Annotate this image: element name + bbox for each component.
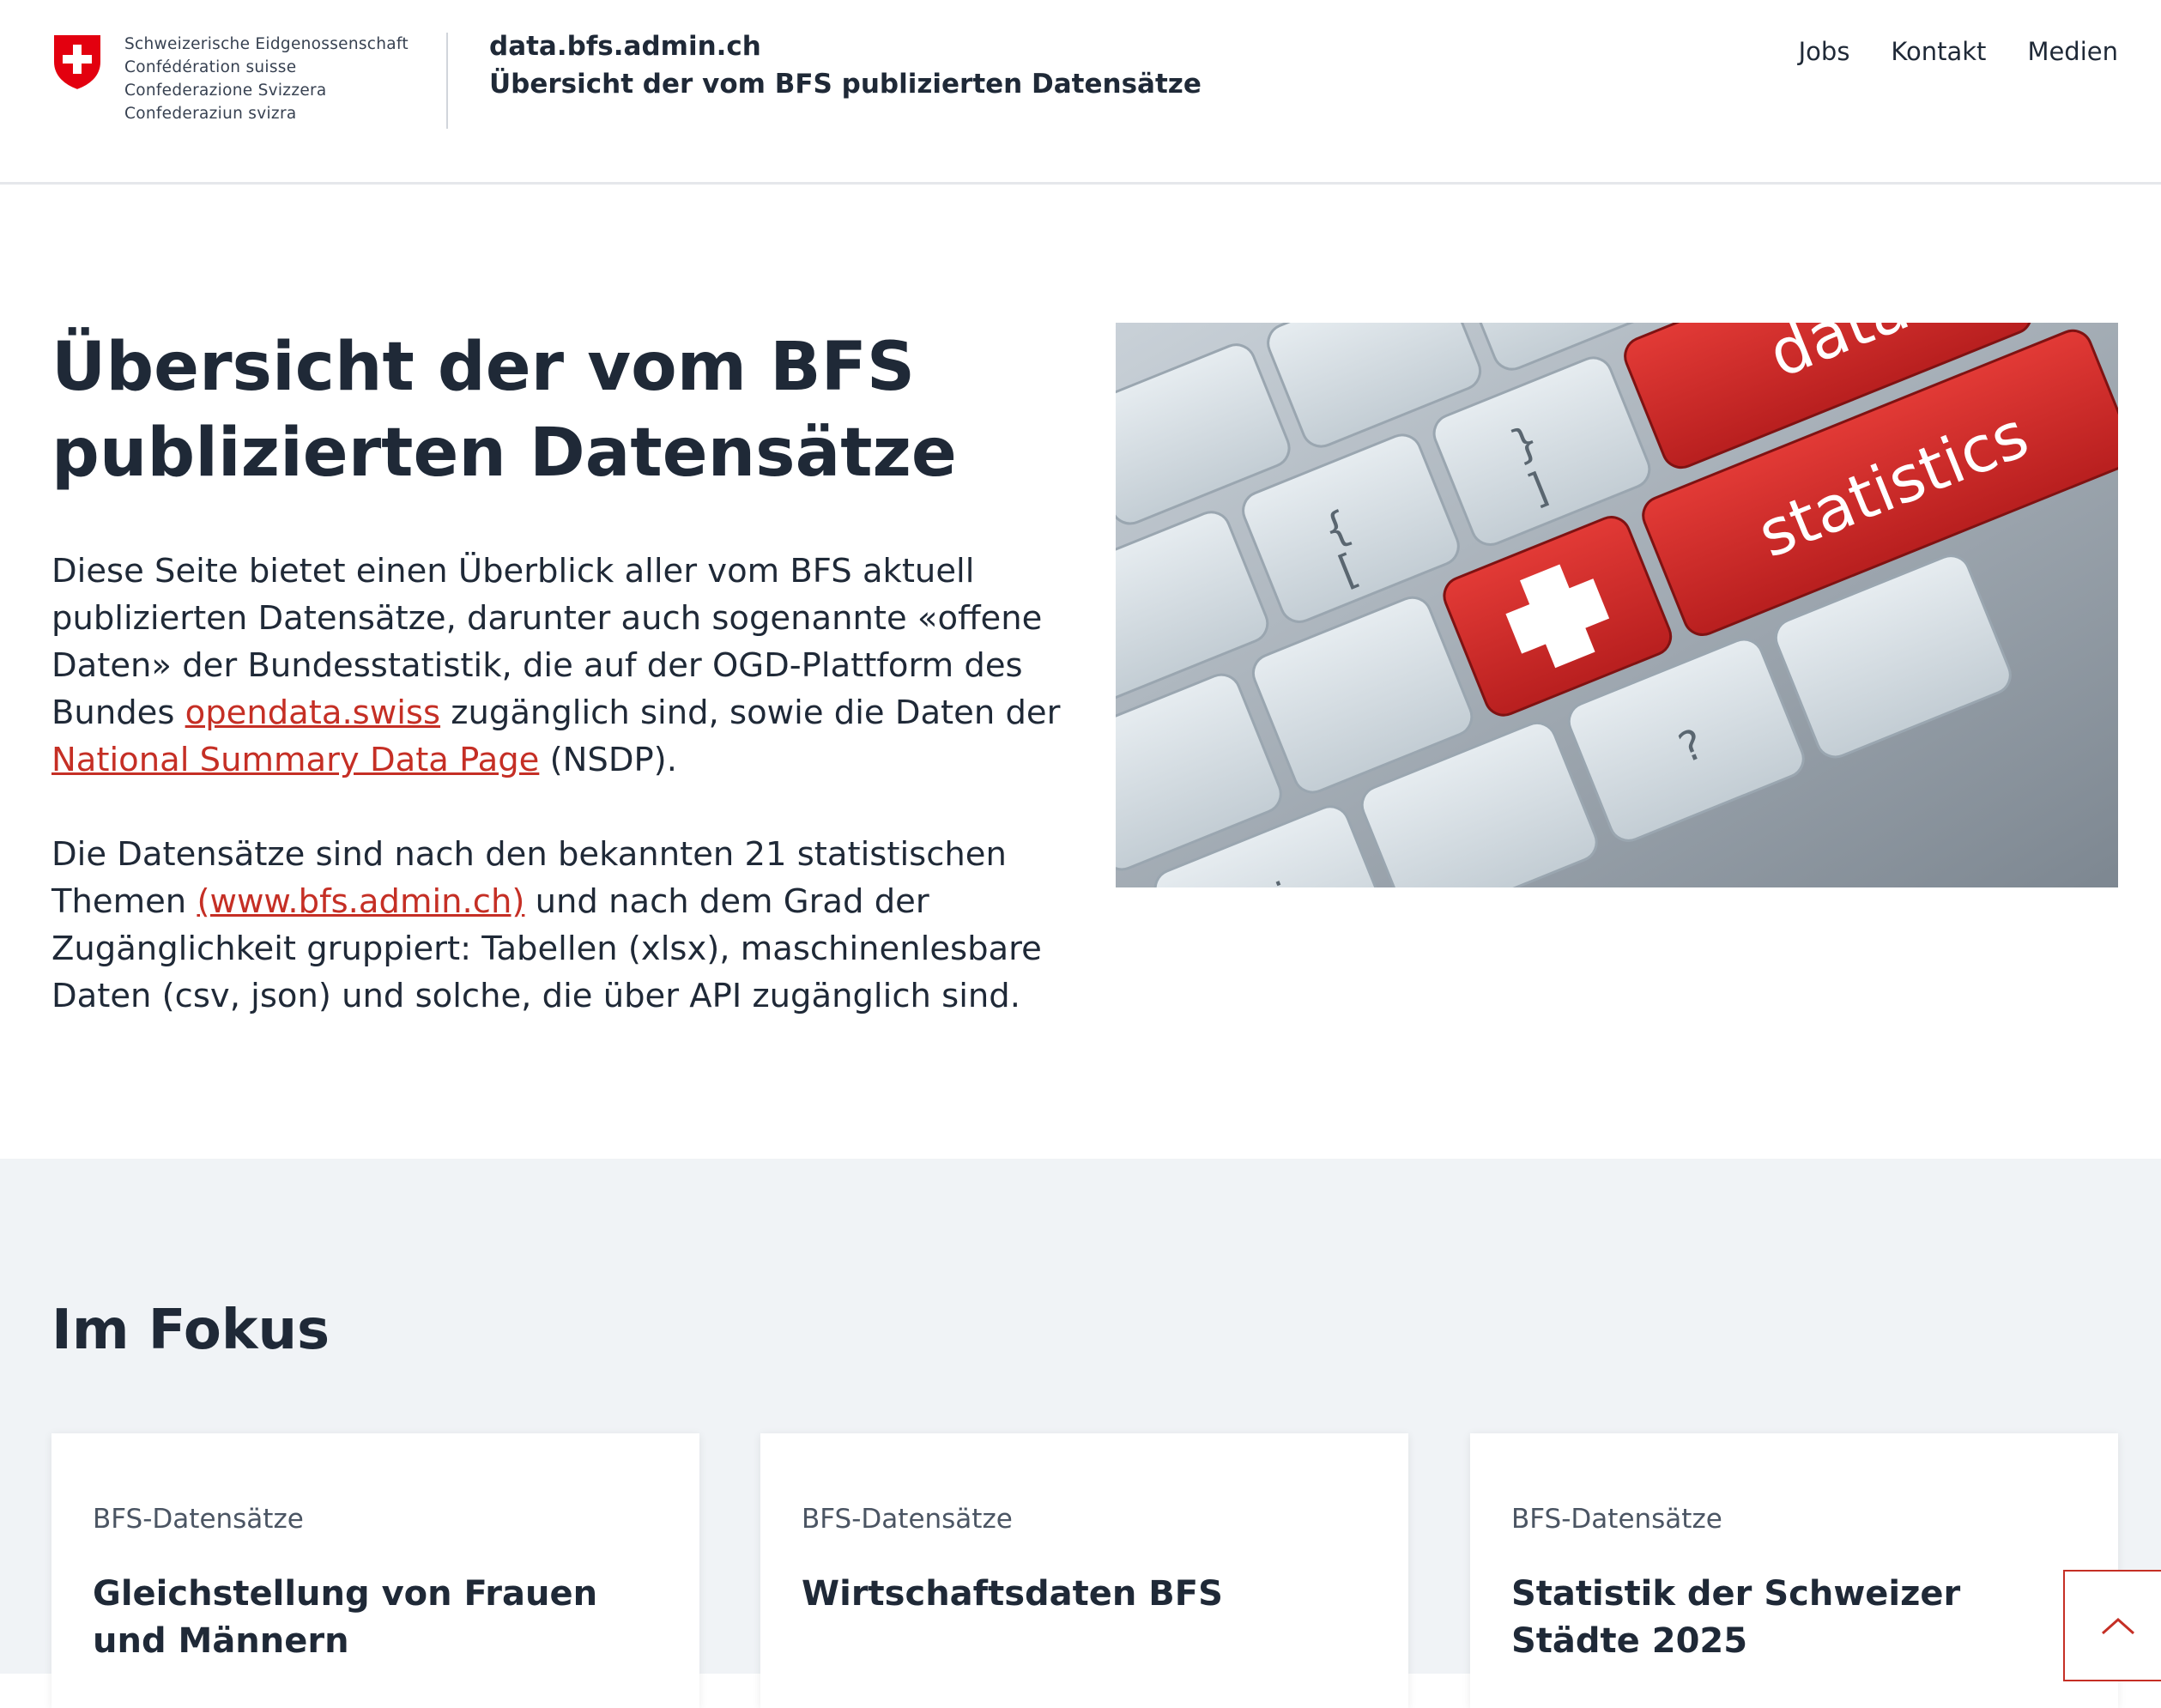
intro-text-1c: (NSDP). (539, 741, 677, 779)
bfs-admin-link[interactable]: (www.bfs.admin.ch) (197, 882, 524, 921)
card-kicker: BFS-Datensätze (1511, 1504, 1722, 1535)
hero-keyboard-image: { [ } ] data statistics ? (1116, 323, 2118, 887)
card-title: Wirtschaftsdaten BFS (802, 1574, 1223, 1614)
focus-card[interactable]: BFS-Datensätze Statistik der Schweizer S… (1470, 1433, 2118, 1708)
site-subtitle: Übersicht der vom BFS publizierten Daten… (489, 69, 1202, 100)
focus-card[interactable]: BFS-Datensätze Wirtschaftsdaten BFS (760, 1433, 1408, 1708)
confederation-name-de: Schweizerische Eidgenossenschaft (124, 35, 409, 53)
page-title: Übersicht der vom BFS publizierten Daten… (51, 329, 957, 492)
confederation-name-fr: Confédération suisse (124, 58, 297, 76)
nsdp-link[interactable]: National Summary Data Page (51, 741, 539, 779)
site-domain: data.bfs.admin.ch (489, 31, 761, 62)
site-title[interactable]: data.bfs.admin.ch Übersicht der vom BFS … (489, 27, 1202, 103)
focus-card[interactable]: BFS-Datensätze Gleichstellung von Frauen… (51, 1433, 699, 1708)
back-to-top-button[interactable] (2063, 1570, 2161, 1681)
nav-kontakt-link[interactable]: Kontakt (1891, 33, 1986, 70)
intro-paragraph-1: Diese Seite bietet einen Überblick aller… (51, 548, 1073, 784)
nav-medien-link[interactable]: Medien (2027, 33, 2118, 70)
card-title: Statistik der Schweizer Städte 2025 (1511, 1574, 1961, 1661)
top-nav: Jobs Kontakt Medien (1799, 33, 2118, 70)
intro-paragraph-2: Die Datensätze sind nach den bekannten 2… (51, 831, 1073, 1020)
confederation-name-rm: Confederaziun svizra (124, 105, 297, 123)
site-header: Schweizerische Eidgenossenschaft Confédé… (0, 0, 2161, 185)
focus-heading: Im Fokus (51, 1299, 330, 1362)
swiss-coat-of-arms-icon (52, 33, 102, 91)
card-title: Gleichstellung von Frauen und Männern (93, 1574, 598, 1661)
card-kicker: BFS-Datensätze (802, 1504, 1013, 1535)
opendata-swiss-link[interactable]: opendata.swiss (185, 693, 440, 732)
intro-text-1b: zugänglich sind, sowie die Daten der (440, 693, 1061, 732)
confederation-logo[interactable]: Schweizerische Eidgenossenschaft Confédé… (51, 33, 409, 125)
confederation-name-it: Confederazione Svizzera (124, 82, 327, 100)
header-divider (446, 33, 448, 129)
nav-jobs-link[interactable]: Jobs (1799, 33, 1850, 70)
hero-intro: Diese Seite bietet einen Überblick aller… (51, 548, 1073, 1067)
focus-section: Im Fokus BFS-Datensätze Gleichstellung v… (0, 1159, 2161, 1708)
confederation-names: Schweizerische Eidgenossenschaft Confédé… (124, 33, 409, 125)
keyboard-illustration: { [ } ] data statistics ? (1116, 323, 2118, 887)
chevron-up-icon (2102, 1617, 2134, 1635)
card-kicker: BFS-Datensätze (93, 1504, 304, 1535)
hero-section: Übersicht der vom BFS publizierten Daten… (0, 187, 2161, 1159)
